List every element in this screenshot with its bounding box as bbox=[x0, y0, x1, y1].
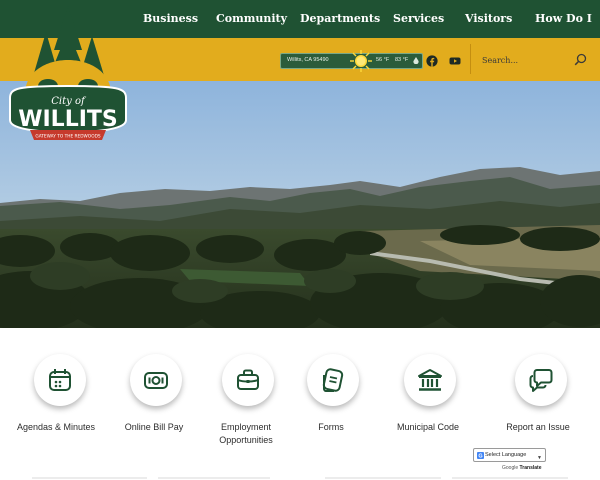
weather-low-temp: 83 °F bbox=[395, 57, 409, 63]
nav-how-do-i[interactable]: How Do I bbox=[535, 0, 592, 38]
quick-link-forms[interactable] bbox=[307, 354, 359, 406]
courthouse-icon bbox=[418, 369, 442, 391]
city-logo[interactable]: City of WILLITS GATEWAY TO THE REDWOODS bbox=[6, 2, 128, 144]
quick-link-label[interactable]: Report an Issue bbox=[506, 421, 570, 434]
quick-link-report-issue[interactable] bbox=[515, 354, 567, 406]
sun-icon bbox=[350, 50, 372, 72]
logo-city-of: City of bbox=[51, 96, 87, 107]
nav-community[interactable]: Community bbox=[216, 0, 287, 38]
nav-services[interactable]: Services bbox=[393, 0, 444, 38]
facebook-icon[interactable] bbox=[426, 55, 438, 67]
powered-by-brand: Google bbox=[502, 465, 519, 471]
forms-icon bbox=[322, 368, 344, 392]
logo-city-name: WILLITS bbox=[18, 107, 118, 132]
bill-icon bbox=[144, 372, 168, 389]
youtube-icon[interactable] bbox=[449, 55, 461, 67]
weather-high-temp: 56 °F bbox=[376, 57, 390, 63]
nav-departments[interactable]: Departments bbox=[300, 0, 380, 38]
chevron-down-icon: ▼ bbox=[537, 455, 542, 461]
quick-link-label[interactable]: Municipal Code bbox=[397, 421, 459, 434]
search-icon[interactable] bbox=[574, 53, 587, 66]
calendar-icon bbox=[49, 369, 71, 391]
quick-link-municipal-code[interactable] bbox=[404, 354, 456, 406]
utility-divider bbox=[470, 44, 471, 74]
quick-link-label[interactable]: Employment Opportunities bbox=[219, 421, 273, 447]
language-select-label: Select Language bbox=[485, 452, 527, 458]
weather-widget[interactable]: Willits, CA 95490 56 °F 83 °F bbox=[280, 50, 423, 72]
google-translate-icon: G bbox=[477, 452, 484, 459]
briefcase-icon bbox=[237, 369, 259, 390]
quick-link-agendas[interactable] bbox=[34, 354, 86, 406]
weather-location: Willits, CA 95490 bbox=[287, 57, 329, 63]
chat-bubbles-icon bbox=[529, 369, 553, 392]
quick-link-employment[interactable] bbox=[222, 354, 274, 406]
svg-text:G: G bbox=[478, 454, 482, 459]
quick-link-bill-pay[interactable] bbox=[130, 354, 182, 406]
nav-business[interactable]: Business bbox=[143, 0, 198, 38]
nav-visitors[interactable]: Visitors bbox=[465, 0, 512, 38]
search-input[interactable] bbox=[478, 50, 574, 70]
quick-link-label[interactable]: Forms bbox=[318, 421, 344, 434]
logo-tagline: GATEWAY TO THE REDWOODS bbox=[35, 134, 101, 140]
translate-link: Translate bbox=[519, 465, 542, 471]
quick-link-label[interactable]: Agendas & Minutes bbox=[17, 421, 95, 434]
quick-link-label[interactable]: Online Bill Pay bbox=[125, 421, 184, 434]
language-select[interactable]: G Select Language ▼ bbox=[473, 448, 546, 462]
powered-by-google[interactable]: Google Translate bbox=[502, 465, 541, 471]
translate-widget: G Select Language ▼ Google Translate bbox=[473, 448, 548, 474]
humidity-icon bbox=[413, 57, 419, 64]
